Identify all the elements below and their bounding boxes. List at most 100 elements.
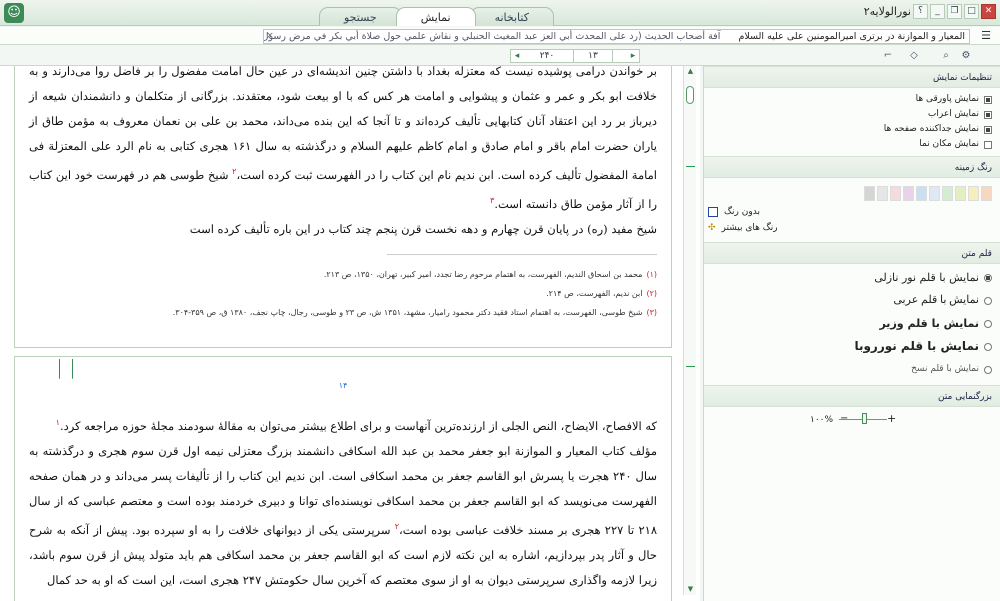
radio-button[interactable] — [984, 273, 992, 282]
zoom-control: ۱۰۰% − + — [704, 407, 1000, 433]
radio-button[interactable] — [984, 319, 992, 328]
option-show-cursor[interactable]: نمایش مکان نما — [704, 137, 1000, 152]
radio-button[interactable] — [984, 296, 992, 305]
page-body-text: که الافصاح، الایضاح، النص الجلی از ارزند… — [15, 410, 671, 593]
menu-icon[interactable]: ☰ — [976, 28, 996, 44]
color-swatch[interactable] — [877, 186, 888, 201]
display-settings-panel: تنظیمات نمایش نمایش پاورقی ها نمایش اعرا… — [703, 66, 1000, 601]
zoom-slider-handle[interactable] — [862, 413, 867, 424]
title-bar: ☺ کتابخانه نمایش جستجو نورالولایه۲ ؟ _ ❐… — [0, 0, 1000, 26]
reader-toolbar: ⚙ ⌕ ◇ ⌐ ◂ ۲۴۰ ۱۳ ▸ — [0, 46, 1000, 66]
scroll-thumb[interactable] — [686, 86, 694, 104]
section-header: قلم متن — [704, 242, 1000, 264]
maximize-button[interactable]: □ — [964, 4, 979, 19]
paragraph: که الافصاح، الایضاح، النص الجلی از ارزند… — [59, 418, 657, 433]
help-button[interactable]: ؟ — [913, 4, 928, 19]
book-path-bar: المعیار و الموازنة در برتری امیرالمومنین… — [0, 27, 1000, 45]
zoom-value: ۱۰۰% — [810, 415, 834, 425]
page-body-text: بر خواندن درامی پوشیده نیست که معتزله بغ… — [15, 66, 671, 242]
option-show-page-separators[interactable]: نمایش جداکننده صفحه ها — [704, 122, 1000, 137]
scroll-up-icon[interactable]: ▲ — [684, 66, 697, 77]
paragraph: شیخ مفید (ره) در پایان قرن چهارم و دهه ن… — [189, 221, 657, 236]
color-swatch[interactable] — [968, 186, 979, 201]
no-color-option[interactable]: بدون رنگ — [704, 204, 1000, 220]
font-option-arabic[interactable]: نمایش با قلم عربی — [704, 289, 1000, 312]
total-pages: ۲۴۰ — [539, 51, 555, 61]
checkbox[interactable] — [984, 125, 992, 134]
window-controls: نورالولایه۲ ؟ _ ❐ □ ✕ — [858, 4, 996, 19]
radio-button[interactable] — [984, 365, 992, 374]
main-tabs: کتابخانه نمایش جستجو — [319, 7, 554, 26]
footnote-divider — [387, 253, 657, 255]
next-page-arrow-icon[interactable]: ◂ — [511, 50, 523, 62]
zoom-in-button[interactable]: + — [887, 412, 896, 425]
no-color-box[interactable] — [708, 207, 718, 217]
close-button[interactable]: ✕ — [981, 4, 996, 19]
current-book-title[interactable]: المعیار و الموازنة در برتری امیرالمومنین… — [738, 31, 965, 42]
open-books-strip[interactable]: المعیار و الموازنة در برتری امیرالمومنین… — [263, 29, 970, 44]
section-header: رنگ زمینه — [704, 156, 1000, 178]
window-title: نورالولایه۲ — [863, 5, 911, 18]
footnote-number: (۱) — [646, 269, 657, 279]
font-option-vazir[interactable]: نمایش با قلم وزیر — [704, 312, 1000, 335]
option-label: نمایش پاورقی ها — [915, 94, 979, 104]
footnote: (۳)شیخ طوسی، الفهرست، به اهتمام استاد فق… — [15, 303, 671, 322]
color-swatches — [704, 178, 1000, 204]
option-label: بدون رنگ — [724, 207, 760, 217]
option-label: نمایش جداکننده صفحه ها — [883, 124, 979, 134]
current-page-input[interactable]: ۱۳ — [573, 50, 613, 62]
palette-icon[interactable]: ✣ — [708, 220, 716, 236]
checkbox[interactable] — [984, 140, 992, 149]
bookmark-ribbon-icon[interactable] — [59, 359, 73, 379]
font-option-naskh[interactable]: نمایش با قلم نسخ — [704, 358, 1000, 381]
option-show-diacritics[interactable]: نمایش اعراب — [704, 107, 1000, 122]
scroll-marker — [686, 366, 695, 367]
color-swatch[interactable] — [890, 186, 901, 201]
section-header: تنظیمات نمایش — [704, 66, 1000, 88]
scroll-down-icon[interactable]: ▼ — [684, 584, 697, 595]
footnote-number: (۳) — [646, 307, 657, 317]
eraser-icon[interactable]: ◇ — [906, 48, 922, 64]
tab-library[interactable]: کتابخانه — [469, 7, 554, 26]
color-swatch[interactable] — [981, 186, 992, 201]
footnote: (۲)ابن ندیم، الفهرست، ص ۲۱۴. — [15, 284, 671, 303]
font-option-nazli[interactable]: نمایش با قلم نور نازلی — [704, 266, 1000, 289]
option-label: رنگ های بیشتر — [721, 223, 778, 233]
minimize-button[interactable]: _ — [930, 4, 945, 19]
page-number: ۱۴ — [338, 381, 348, 390]
option-label: نمایش با قلم نسخ — [911, 364, 979, 374]
reader-scrollbar[interactable]: ▲ ▼ — [683, 66, 696, 595]
option-show-footnotes[interactable]: نمایش پاورقی ها — [704, 92, 1000, 107]
app-logo-icon: ☺ — [4, 3, 24, 23]
color-swatch[interactable] — [864, 186, 875, 201]
search-icon[interactable]: ⌕ — [938, 48, 954, 64]
checkbox[interactable] — [984, 95, 992, 104]
prev-page-arrow-icon[interactable]: ▸ — [627, 50, 639, 62]
font-option-noorroba[interactable]: نمایش با قلم نورروبا — [704, 335, 1000, 358]
bookmark-icon[interactable]: ⌐ — [880, 48, 896, 64]
tab-search[interactable]: جستجو — [319, 7, 402, 26]
page-card: بر خواندن درامی پوشیده نیست که معتزله بغ… — [14, 66, 672, 348]
option-label: نمایش با قلم وزیر — [879, 317, 979, 330]
color-swatch[interactable] — [903, 186, 914, 201]
option-label: نمایش با قلم نورروبا — [854, 339, 979, 353]
radio-button[interactable] — [984, 342, 992, 351]
checkbox[interactable] — [984, 110, 992, 119]
color-swatch[interactable] — [929, 186, 940, 201]
scroll-marker — [686, 166, 695, 167]
previous-book-title[interactable]: آفة أصحاب الحدیث (رد علی المحدث أبي العز… — [264, 31, 720, 42]
color-swatch[interactable] — [955, 186, 966, 201]
tab-display[interactable]: نمایش — [395, 7, 476, 26]
footnote: (۱)محمد بن اسحاق الندیم، الفهرست، به اهت… — [15, 265, 671, 284]
footnote-text: ابن ندیم، الفهرست، ص ۲۱۴. — [546, 288, 643, 298]
more-colors-option[interactable]: رنگ های بیشتر ✣ — [704, 220, 1000, 236]
footnote-text: محمد بن اسحاق الندیم، الفهرست، به اهتمام… — [323, 269, 643, 279]
color-swatch[interactable] — [942, 186, 953, 201]
restore-button[interactable]: ❐ — [947, 4, 962, 19]
color-swatch[interactable] — [916, 186, 927, 201]
page-card: ۱۴ که الافصاح، الایضاح، النص الجلی از ار… — [14, 356, 672, 601]
settings-icon[interactable]: ⚙ — [958, 48, 974, 64]
close-book-tab-icon[interactable]: × — [264, 30, 276, 42]
footnote-number: (۲) — [646, 288, 657, 298]
option-label: نمایش با قلم نور نازلی — [874, 271, 979, 284]
